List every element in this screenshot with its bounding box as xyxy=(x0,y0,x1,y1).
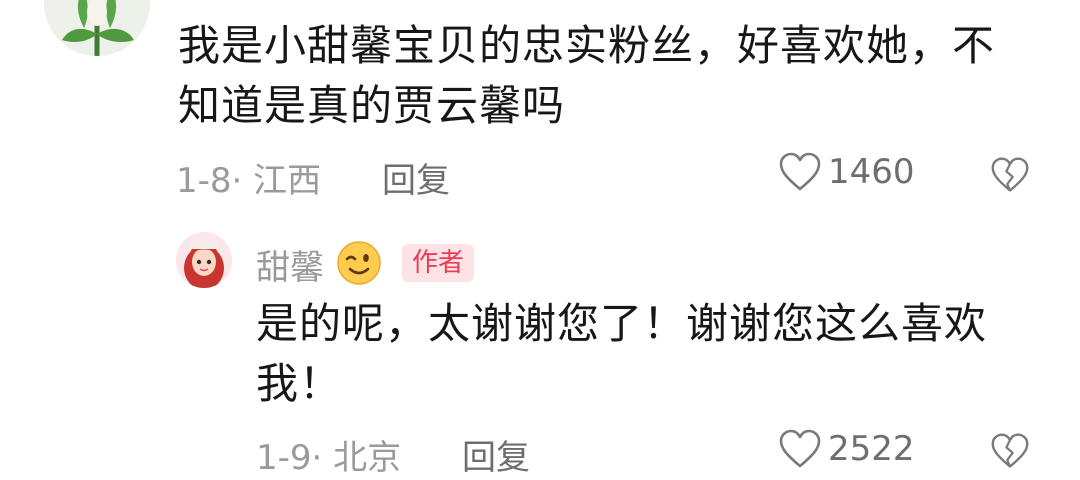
tulip-flower-avatar-icon xyxy=(44,0,150,56)
heart-outline-icon xyxy=(779,429,821,468)
broken-heart-icon xyxy=(991,433,1029,468)
author-username[interactable]: 甜馨 xyxy=(256,240,324,289)
author-avatar[interactable] xyxy=(176,232,232,288)
comment-date-location: 1-8· 江西 xyxy=(176,161,322,201)
commenter-avatar[interactable] xyxy=(44,0,150,56)
cartoon-girl-avatar-icon xyxy=(176,232,232,288)
reply-like-button[interactable]: 2522 xyxy=(778,429,915,469)
broken-heart-icon xyxy=(991,157,1029,192)
winking-face-emoji-icon xyxy=(336,240,382,290)
reply-text: 是的呢，太谢谢您了！谢谢您这么喜欢我！ xyxy=(256,299,988,408)
reply-date-location: 1-9· 北京 xyxy=(256,438,402,478)
heart-outline-icon xyxy=(779,152,821,191)
reply-dislike-button[interactable] xyxy=(990,432,1030,474)
comment-dislike-button[interactable] xyxy=(990,156,1030,198)
comment-like-count: 1460 xyxy=(828,152,915,192)
comment-like-button[interactable]: 1460 xyxy=(778,152,915,192)
comment-reply-button[interactable]: 回复 xyxy=(382,153,450,202)
comment-text: 我是小甜馨宝贝的忠实粉丝，好喜欢她，不知道是真的贾云馨吗 xyxy=(178,21,996,130)
reply-reply-button[interactable]: 回复 xyxy=(462,430,530,479)
reply-like-count: 2522 xyxy=(828,429,915,469)
author-badge: 作者 xyxy=(402,244,475,282)
